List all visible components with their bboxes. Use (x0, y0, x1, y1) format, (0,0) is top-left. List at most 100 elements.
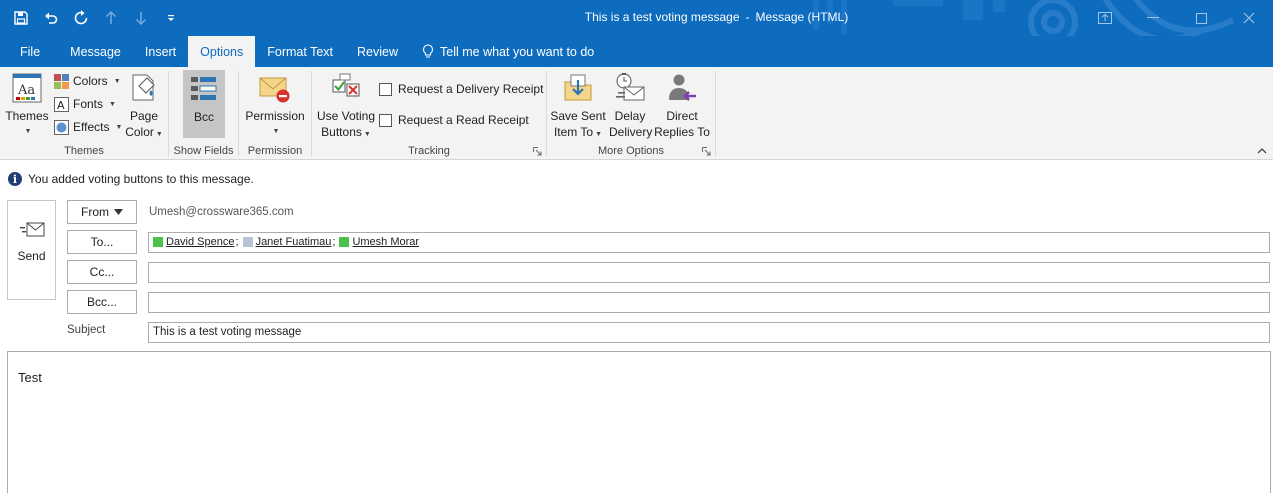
ribbon-display-options-icon[interactable] (1081, 0, 1129, 36)
more-options-group-label: More Options (597, 145, 665, 157)
info-icon: i (8, 172, 22, 186)
dialog-launcher-icon[interactable] (702, 147, 711, 156)
chevron-down-icon: ▼ (109, 100, 116, 108)
themes-button[interactable]: Aa Themes ▼ (4, 71, 50, 140)
direct-replies-icon (665, 71, 699, 105)
ribbon: Aa Themes ▼ Colors ▼ A Fonts ▼ Effects ▼ Pa… (0, 67, 1273, 160)
color-label: Color (125, 125, 154, 139)
app-name: Message (HTML) (755, 10, 849, 24)
permission-envelope-icon (258, 71, 292, 105)
permission-label: Permission (245, 109, 305, 123)
recipient-chip[interactable]: Janet Fuatimau; (242, 236, 340, 248)
to-field[interactable]: David Spence; Janet Fuatimau; Umesh Mora… (148, 232, 1270, 253)
chevron-down-icon: ▼ (595, 131, 603, 138)
presence-indicator (153, 237, 163, 247)
chevron-down-icon (114, 209, 123, 215)
minimize-icon[interactable] (1129, 0, 1177, 36)
checkbox-box (379, 82, 392, 96)
lightbulb-icon (423, 44, 433, 58)
message-body[interactable]: Test (7, 351, 1271, 493)
from-button[interactable]: From (67, 200, 137, 224)
tab-review[interactable]: Review (345, 36, 410, 67)
cc-button[interactable]: Cc... (67, 260, 137, 284)
send-label: Send (17, 249, 46, 263)
delay-delivery-button[interactable]: Delay Delivery (609, 71, 653, 140)
delivery-receipt-label: Request a Delivery Receipt (398, 82, 544, 96)
colors-button[interactable]: Colors ▼ (54, 70, 121, 92)
cc-field[interactable] (148, 262, 1270, 283)
checkbox-box (379, 113, 392, 127)
read-receipt-checkbox[interactable]: Request a Read Receipt (379, 109, 529, 131)
ribbon-tab-bar: File Message Insert Options Format Text … (0, 36, 1273, 67)
bcc-icon (187, 72, 221, 106)
permission-group-label: Permission (247, 145, 303, 157)
effects-label: Effects (73, 120, 110, 134)
use-voting-buttons-button[interactable]: Use Voting Buttons ▼ (314, 71, 378, 143)
tab-message[interactable]: Message (58, 36, 133, 67)
tracking-group: Use Voting Buttons ▼ Request a Delivery R… (312, 67, 546, 160)
recipient-name: Janet Fuatimau (255, 236, 332, 248)
chevron-down-icon: ▼ (24, 128, 32, 135)
to-label: To... (90, 235, 114, 249)
bcc-field-label: Bcc... (86, 295, 117, 309)
save-sent-item-to-button[interactable]: Save Sent Item To ▼ (549, 71, 607, 143)
title-bar: This is a test voting message - Message (H… (0, 0, 1273, 36)
subject-field[interactable]: This is a test voting message (148, 322, 1270, 343)
maximize-icon[interactable] (1177, 0, 1225, 36)
close-icon[interactable] (1225, 0, 1273, 36)
from-address: Umesh@crossware365.com (149, 206, 294, 218)
chevron-down-icon: ▼ (363, 131, 371, 138)
effects-button[interactable]: Effects ▼ (54, 116, 122, 138)
colors-icon (54, 73, 69, 89)
bcc-toggle-button[interactable]: Bcc (183, 70, 225, 138)
fonts-icon: A (54, 96, 69, 112)
tell-me-label: Tell me what you want to do (440, 44, 595, 59)
buttons-label: Buttons (321, 125, 362, 139)
to-button[interactable]: To... (67, 230, 137, 254)
recipient-separator: ; (332, 236, 336, 248)
voting-icon (329, 71, 363, 105)
chevron-down-icon: ▼ (272, 128, 280, 135)
collapse-ribbon-icon[interactable] (1257, 147, 1267, 154)
themes-group-label: Themes (64, 145, 104, 157)
direct-label-2: Replies To (654, 125, 710, 139)
tell-me-box[interactable]: Tell me what you want to do (410, 36, 594, 67)
permission-group: Permission ▼ Permission (239, 67, 311, 160)
recipient-list: David Spence; Janet Fuatimau; Umesh Mora… (153, 236, 419, 248)
recipient-name: Umesh Morar (352, 236, 420, 248)
delay-label-1: Delay (614, 109, 646, 123)
group-divider (715, 71, 716, 156)
read-receipt-label: Request a Read Receipt (398, 113, 529, 127)
recipient-chip[interactable]: David Spence; (153, 236, 243, 248)
bcc-button[interactable]: Bcc... (67, 290, 137, 314)
page-label: Page (129, 109, 159, 123)
bcc-field[interactable] (148, 292, 1270, 313)
dialog-launcher-icon[interactable] (533, 147, 542, 156)
info-bar-text: You added voting buttons to this message… (28, 172, 254, 186)
delay-label-2: Delivery (609, 125, 653, 139)
themes-group: Aa Themes ▼ Colors ▼ A Fonts ▼ Effects ▼ Pa… (0, 67, 168, 160)
tracking-group-label: Tracking (408, 145, 450, 157)
themes-icon: Aa (10, 71, 44, 105)
tab-format-text[interactable]: Format Text (255, 36, 345, 67)
send-icon (8, 219, 55, 241)
fonts-label: Fonts (73, 97, 104, 111)
cc-label: Cc... (89, 265, 115, 279)
presence-indicator (339, 237, 350, 247)
permission-button[interactable]: Permission ▼ (243, 71, 307, 140)
title-separator: - (745, 10, 750, 24)
page-color-button[interactable]: Page Color ▼ (122, 71, 166, 143)
svg-text:A: A (57, 99, 65, 112)
save-sent-folder-icon (561, 71, 595, 105)
tab-options[interactable]: Options (188, 36, 256, 67)
themes-label: Themes (5, 109, 49, 123)
message-body-text: Test (18, 370, 42, 385)
tab-insert[interactable]: Insert (133, 36, 188, 67)
direct-replies-to-button[interactable]: Direct Replies To (653, 71, 711, 140)
recipient-chip[interactable]: Umesh Morar (339, 236, 419, 248)
delivery-receipt-checkbox[interactable]: Request a Delivery Receipt (379, 78, 543, 100)
fonts-button[interactable]: A Fonts ▼ (54, 93, 116, 115)
send-button[interactable]: Send (7, 200, 56, 300)
effects-icon (54, 119, 69, 135)
tab-file[interactable]: File (0, 36, 58, 67)
